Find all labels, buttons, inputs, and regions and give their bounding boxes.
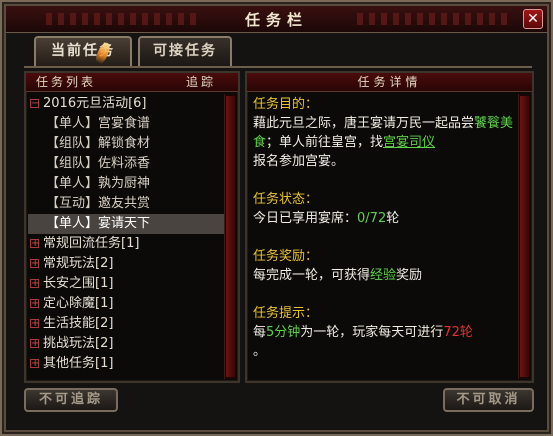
task-item[interactable]: 【单人】宫宴食谱 [28,114,224,134]
goal-text-part: ；单人前往皇宫，找 [266,135,384,150]
task-group-label: 长安之围[1] [43,276,114,291]
task-group-label: 其他任务[1] [43,356,114,371]
reward-heading: 任务奖励： [253,249,319,264]
expand-icon[interactable]: + [30,279,39,289]
tip-value: 72轮 [443,325,473,340]
tip-text: 每5分钟为一轮，玩家每天可进行72轮。 [253,323,518,361]
task-group[interactable]: + 生活技能[2] [28,314,224,334]
task-detail-content: 任务目的： 藉此元旦之际，唐王宴请万民一起品尝饕餮美食；单人前往皇宫，找宫宴司仪… [253,95,518,361]
reward-text: 每完成一轮，可获得经验奖励 [253,266,518,285]
task-tree: −2016元旦活动[6] 【单人】宫宴食谱 【组队】解锁食材 【组队】佐料添香 【单人】… [28,94,224,374]
task-group-label: 常规回流任务[1] [43,236,140,251]
expand-icon[interactable]: + [30,319,39,329]
task-group[interactable]: + 其他任务[1] [28,354,224,374]
tab-available-tasks[interactable]: 可接任务 [138,36,232,66]
scrollbar-thumb[interactable] [226,96,235,377]
expand-icon[interactable]: + [30,339,39,349]
task-group-label: 生活技能[2] [43,316,114,331]
expand-icon[interactable]: + [30,359,39,369]
close-button[interactable]: ✕ [523,9,543,29]
expand-icon[interactable]: + [30,239,39,249]
task-list-scrollbar[interactable] [224,94,236,379]
tip-heading: 任务提示： [253,306,319,321]
track-column-title: 追踪 [185,75,216,89]
task-item[interactable]: 【单人】宴请天下 [28,214,224,234]
tip-text-part: 为一轮，玩家每天可进行 [300,325,444,340]
task-group[interactable]: + 挑战玩法[2] [28,334,224,354]
goal-heading: 任务目的： [253,97,319,112]
untrack-button[interactable]: 不可追踪 [24,388,118,412]
task-group[interactable]: + 定心除魔[1] [28,294,224,314]
reward-text-part: 奖励 [396,268,423,283]
reward-text-part: 每完成一轮，可获得 [253,268,371,283]
status-unit: 轮 [386,211,400,226]
task-list-panel: 任务列表 追踪 −2016元旦活动[6] 【单人】宫宴食谱 【组队】解锁食材 【组队】… [24,71,240,383]
task-detail-header: 任务详情 [247,73,532,92]
task-item[interactable]: 【单人】孰为厨神 [28,174,224,194]
task-item[interactable]: 【组队】佐料添香 [28,154,224,174]
task-list-title: 任务列表 [36,75,97,89]
cancel-task-button[interactable]: 不可取消 [443,388,534,412]
title-bar[interactable]: 任务栏 ✕ [6,6,547,33]
task-group-label: 2016元旦活动[6] [43,96,147,111]
status-value: 0/72 [357,211,387,226]
task-group-label: 定心除魔[1] [43,296,114,311]
expand-icon[interactable]: + [30,299,39,309]
status-text: 今日已享用宴席：0/72轮 [253,209,518,228]
task-detail-panel: 任务详情 任务目的： 藉此元旦之际，唐王宴请万民一起品尝饕餮美食；单人前往皇宫，… [245,71,534,383]
task-group[interactable]: + 常规玩法[2] [28,254,224,274]
task-group[interactable]: + 常规回流任务[1] [28,234,224,254]
tip-highlight: 5分钟 [266,325,301,340]
task-group[interactable]: −2016元旦活动[6] [28,94,224,114]
reward-highlight: 经验 [370,268,397,283]
goal-text-part: 藉此元旦之际，唐王宴请万民一起品尝 [253,116,475,131]
status-heading: 任务状态： [253,192,319,207]
task-item[interactable]: 【组队】解锁食材 [28,134,224,154]
task-group-label: 常规玩法[2] [43,256,114,271]
expand-icon[interactable]: + [30,259,39,269]
tab-divider [24,66,532,68]
task-list-header: 任务列表 追踪 [26,73,238,92]
task-detail-scrollbar[interactable] [518,94,530,379]
task-group[interactable]: + 长安之围[1] [28,274,224,294]
task-window: 任务栏 ✕ 当前任务 可接任务 任务列表 追踪 −2016元旦活动[6] 【单人】… [0,0,553,436]
task-detail-title: 任务详情 [357,75,422,89]
window-title: 任务栏 [244,11,308,29]
tip-text-part: 。 [253,344,267,359]
npc-link[interactable]: 宫宴司仪 [383,135,435,150]
goal-text: 藉此元旦之际，唐王宴请万民一起品尝饕餮美食；单人前往皇宫，找宫宴司仪 报名参加宫宴… [253,114,518,171]
task-group-label: 挑战玩法[2] [43,336,114,351]
collapse-icon[interactable]: − [30,99,39,109]
scrollbar-thumb[interactable] [520,96,529,377]
tab-current-tasks[interactable]: 当前任务 [34,36,132,66]
goal-text-part: 报名参加宫宴。 [253,154,345,169]
tip-text-part: 每 [253,325,267,340]
task-item[interactable]: 【互动】邀友共赏 [28,194,224,214]
status-label: 今日已享用宴席： [253,211,358,226]
